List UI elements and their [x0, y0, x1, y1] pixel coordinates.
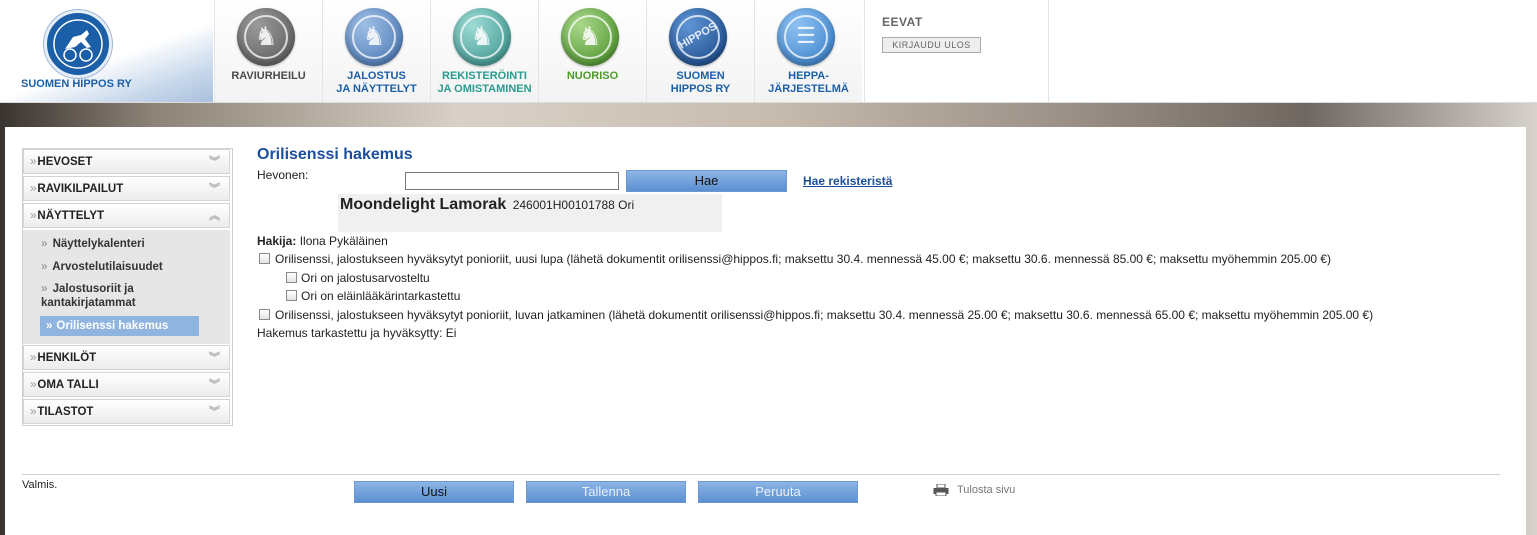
- sub-option1-checkbox[interactable]: [286, 272, 297, 283]
- sidebar-item-label: HENKILÖT: [37, 352, 97, 364]
- site-logo[interactable]: SUOMEN HIPPOS RY: [0, 0, 213, 102]
- sidebar-item-label: NÄYTTELYT: [37, 210, 105, 222]
- sidebar: »HEVOSET ︾ »RAVIKILPAILUT ︾ »NÄYTTELYT ︽ » …: [22, 148, 233, 426]
- approval-status: Hakemus tarkastettu ja hyväksytty: Ei: [257, 326, 457, 340]
- raquo-icon: »: [30, 183, 37, 195]
- sidebar-item-henkilot[interactable]: »HENKILÖT ︾: [23, 345, 230, 370]
- sidebar-item-ravikilpailut[interactable]: »RAVIKILPAILUT ︾: [23, 176, 230, 201]
- horse-head-icon: ♞: [345, 8, 403, 66]
- horse-name: Moondelight Lamorak 246001H00101788 Ori: [340, 196, 635, 213]
- sidebar-item-tilastot[interactable]: »TILASTOT ︾: [23, 399, 230, 424]
- logout-button[interactable]: KIRJAUDU ULOS: [882, 37, 981, 53]
- horse-id: 246001H00101788 Ori: [512, 198, 635, 212]
- nav-suomen-hippos[interactable]: HIPPOS SUOMEN HIPPOS RY: [646, 0, 754, 102]
- nav-jalostus[interactable]: ♞ JALOSTUS JA NÄYTTELYT: [322, 0, 430, 102]
- chevron-down-icon: ︾: [209, 352, 220, 364]
- raquo-icon: »: [30, 406, 37, 418]
- nav-label: RAVIURHEILU: [231, 70, 306, 82]
- horse-info-box: Moondelight Lamorak 246001H00101788 Ori: [338, 194, 722, 232]
- user-box: EEVAT KIRJAUDU ULOS: [864, 0, 1049, 102]
- raquo-icon: »: [30, 210, 37, 222]
- print-label: Tulosta sivu: [957, 484, 1016, 496]
- option1-label: Orilisenssi, jalostukseen hyväksytyt pon…: [275, 252, 1332, 266]
- sub-option2-label: Ori on eläinlääkärintarkastettu: [301, 289, 461, 303]
- option2-label: Orilisenssi, jalostukseen hyväksytyt pon…: [275, 308, 1374, 322]
- chevron-down-icon: ︾: [209, 156, 220, 168]
- document-icon: ☰: [777, 8, 835, 66]
- top-header: SUOMEN HIPPOS RY ♞ RAVIURHEILU ♞ JALOSTU…: [0, 0, 1537, 103]
- sidebar-item-hevoset[interactable]: »HEVOSET ︾: [23, 149, 230, 174]
- status-text: Valmis.: [22, 479, 58, 491]
- sidebar-subitem-jalostusoriit[interactable]: » Jalostusoriit ja kantakirjatammat: [41, 282, 136, 310]
- sidebar-item-label: HEVOSET: [37, 156, 93, 168]
- applicant-line: Hakija: Ilona Pykäläinen: [257, 234, 388, 248]
- sidebar-subitem-orilisenssi-active[interactable]: » Orilisenssi hakemus: [40, 316, 199, 336]
- nav-nuoriso[interactable]: ♞ NUORISO: [538, 0, 646, 102]
- sidebar-subitem-arvostelutilaisuudet[interactable]: » Arvostelutilaisuudet: [41, 260, 163, 274]
- horse-head-icon: ♞: [237, 8, 295, 66]
- nav-label: HEPPA- JÄRJESTELMÄ: [768, 70, 849, 95]
- hippos-icon: HIPPOS: [669, 8, 727, 66]
- option1-checkbox[interactable]: [259, 253, 270, 264]
- sub-option1-label: Ori on jalostusarvosteltu: [301, 271, 430, 285]
- nav-heppa[interactable]: ☰ HEPPA- JÄRJESTELMÄ: [754, 0, 862, 102]
- nav-label: JALOSTUS JA NÄYTTELYT: [336, 70, 417, 95]
- nav-raviurheilu[interactable]: ♞ RAVIURHEILU: [214, 0, 322, 102]
- logo-text: SUOMEN HIPPOS RY: [21, 78, 132, 90]
- divider: [22, 474, 1500, 475]
- horse-head-icon: ♞: [453, 8, 511, 66]
- chevron-down-icon: ︾: [209, 379, 220, 391]
- applicant-label: Hakija:: [257, 234, 297, 248]
- sub-option2-checkbox[interactable]: [286, 290, 297, 301]
- horse-label: Hevonen:: [257, 168, 309, 182]
- hippos-logo-icon: [44, 10, 112, 78]
- cancel-button[interactable]: Peruuta: [698, 481, 858, 503]
- raquo-icon: »: [30, 156, 37, 168]
- sidebar-item-label: TILASTOT: [37, 406, 94, 418]
- save-button[interactable]: Tallenna: [526, 481, 686, 503]
- raquo-icon: »: [30, 379, 37, 391]
- new-button[interactable]: Uusi: [354, 481, 514, 503]
- sidebar-item-label: RAVIKILPAILUT: [37, 183, 124, 195]
- chevron-down-icon: ︾: [209, 183, 220, 195]
- page-title: Orilisenssi hakemus: [257, 146, 413, 163]
- nav-label: REKISTERÖINTI JA OMISTAMINEN: [437, 70, 532, 95]
- raquo-icon: »: [46, 320, 53, 332]
- chevron-up-icon: ︽: [209, 210, 220, 222]
- sidebar-item-oma-talli[interactable]: »OMA TALLI ︾: [23, 372, 230, 397]
- nav-label: SUOMEN HIPPOS RY: [670, 70, 731, 95]
- horse-search-input[interactable]: [405, 172, 619, 190]
- printer-icon: [933, 484, 949, 496]
- user-name: EEVAT: [882, 15, 923, 29]
- option2-checkbox[interactable]: [259, 309, 270, 320]
- horse-head-icon: ♞: [561, 8, 619, 66]
- raquo-icon: »: [30, 352, 37, 364]
- applicant-name: Ilona Pykäläinen: [299, 234, 388, 248]
- registry-search-link[interactable]: Hae rekisteristä: [803, 174, 892, 188]
- sidebar-item-nayttelyt[interactable]: »NÄYTTELYT ︽: [23, 203, 230, 228]
- search-button[interactable]: Hae: [626, 170, 787, 192]
- nav-rekisterointi[interactable]: ♞ REKISTERÖINTI JA OMISTAMINEN: [430, 0, 538, 102]
- chevron-down-icon: ︾: [209, 406, 220, 418]
- nav-label: NUORISO: [566, 70, 619, 82]
- sidebar-item-label: OMA TALLI: [37, 379, 99, 391]
- sidebar-subitem-nayttelykalenteri[interactable]: » Näyttelykalenteri: [41, 237, 145, 251]
